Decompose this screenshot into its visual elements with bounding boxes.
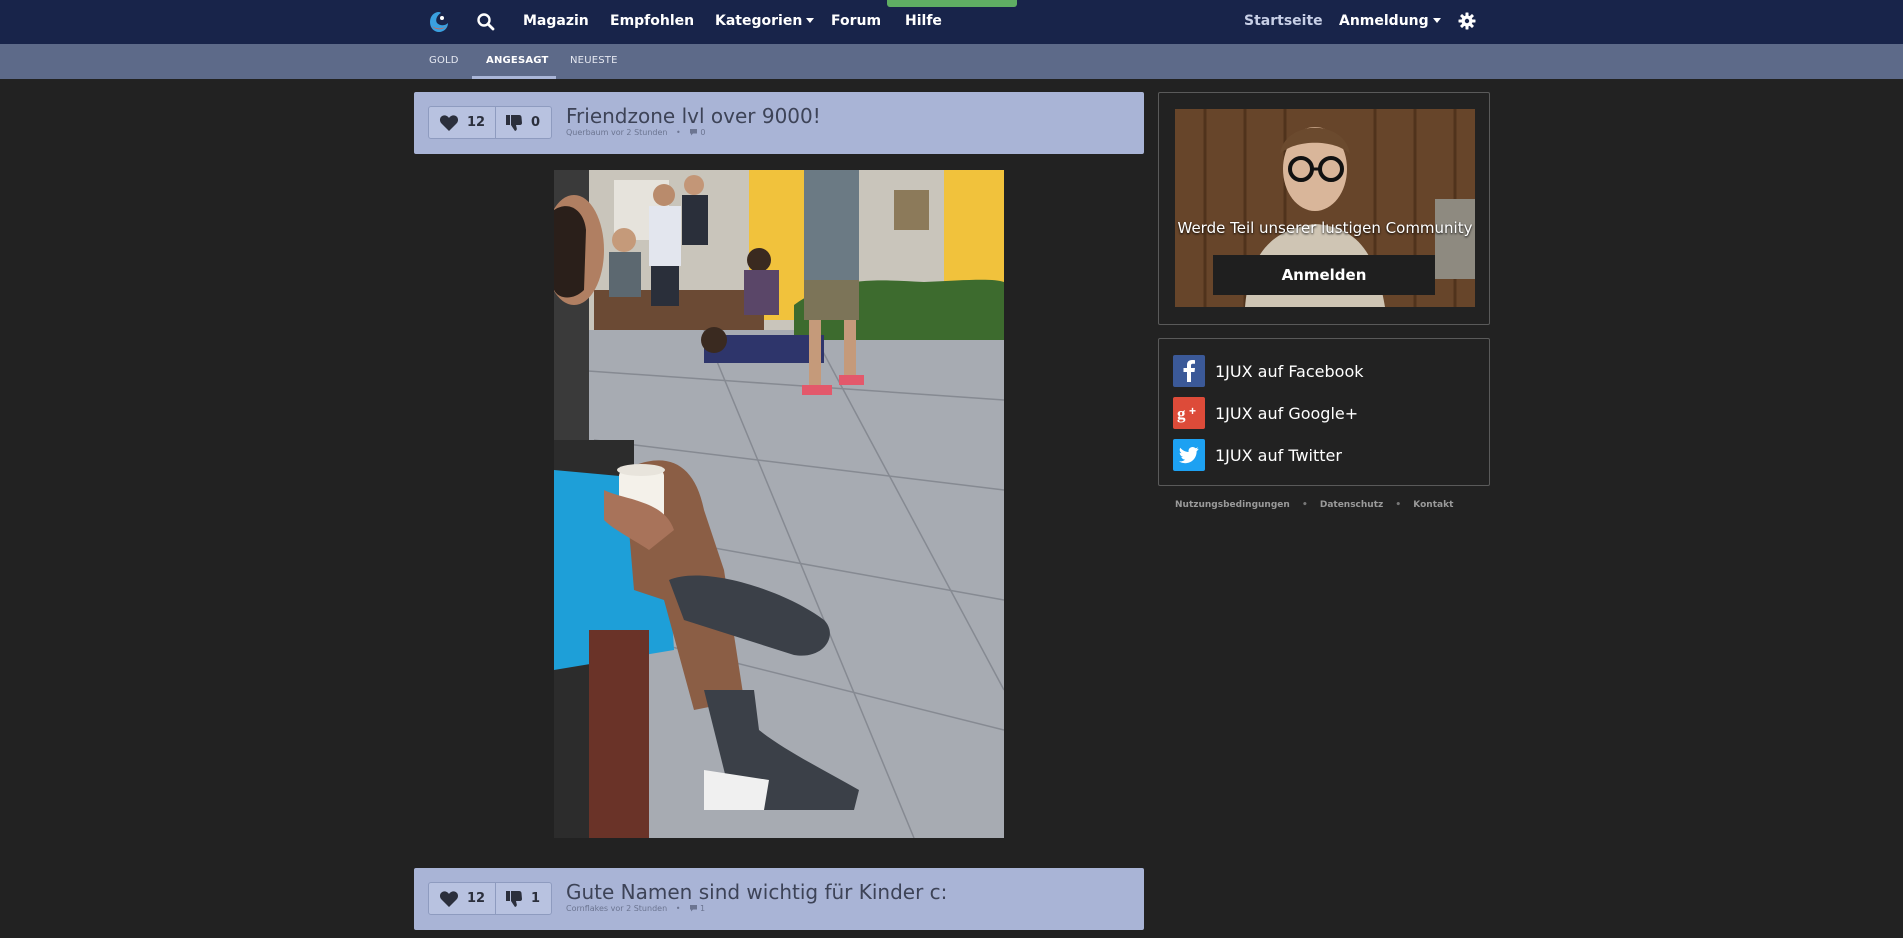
footer-separator: • [1301,500,1308,510]
tab-neueste[interactable]: NEUESTE [570,55,618,66]
nav-startseite-label: Startseite [1244,13,1323,29]
tab-gold[interactable]: GOLD [429,55,459,66]
nav-anmeldung-label: Anmeldung [1339,13,1429,29]
thumbs-down-icon [506,114,522,131]
meta-separator: • [676,128,681,137]
search-icon[interactable] [476,12,496,32]
post-author[interactable]: Cornflakes [566,904,608,913]
vote-group: 12 0 [428,106,552,139]
post-author[interactable]: Querbaum [566,128,608,137]
nav-startseite[interactable]: Startseite [1244,13,1323,29]
post-header: 12 1 Gute Namen sind wichtig für Kinder … [414,868,1144,930]
comment-count: 1 [699,904,706,913]
dislike-button[interactable]: 1 [495,883,551,914]
nav-anmeldung[interactable]: Anmeldung [1339,13,1441,29]
post-time: vor 2 Stunden [610,904,668,913]
dislike-count: 0 [531,115,541,130]
footer-link-terms[interactable]: Nutzungsbedingungen [1175,500,1290,510]
chevron-down-icon [1432,18,1441,23]
footer-link-privacy[interactable]: Datenschutz [1320,500,1383,510]
nav-forum[interactable]: Forum [831,13,881,29]
social-link-twitter[interactable]: 1JUX auf Twitter [1173,439,1342,471]
post-meta: Querbaum vor 2 Stunden • 0 [566,128,705,137]
post-title[interactable]: Friendzone lvl over 9000! [566,104,821,128]
promo-text: Werde Teil unserer lustigen Community [1177,219,1473,237]
footer-links: Nutzungsbedingungen • Datenschutz • Kont… [1175,500,1453,510]
promo-banner: Werde Teil unserer lustigen Community An… [1175,109,1475,307]
like-count: 12 [467,115,486,130]
tab-angesagt-label: ANGESAGT [486,55,549,66]
footer-link-contact[interactable]: Kontakt [1413,500,1453,510]
nav-magazin-label: Magazin [523,13,589,29]
tab-neueste-label: NEUESTE [570,55,618,66]
footer-separator: • [1395,500,1402,510]
chevron-down-icon [806,18,815,23]
svg-text:g: g [1177,404,1186,423]
svg-text:+: + [1189,404,1196,418]
social-label: 1JUX auf Twitter [1215,445,1342,465]
like-button[interactable]: 12 [429,883,496,914]
tab-gold-label: GOLD [429,55,459,66]
heart-icon [439,890,459,907]
facebook-icon [1173,355,1205,387]
top-accent-tab [887,0,1017,7]
nav-empfohlen[interactable]: Empfohlen [610,13,694,29]
nav-hilfe-label: Hilfe [905,13,942,29]
like-count: 12 [467,891,486,906]
social-label: 1JUX auf Facebook [1215,361,1364,381]
post-header: 12 0 Friendzone lvl over 9000! Querbaum … [414,92,1144,154]
google-plus-icon: g + [1173,397,1205,429]
gear-icon[interactable] [1458,12,1476,30]
nav-magazin[interactable]: Magazin [523,13,589,29]
thumbs-down-icon [506,890,522,907]
signup-button[interactable]: Anmelden [1213,255,1435,295]
dislike-count: 1 [531,891,541,906]
sub-navbar: GOLD ANGESAGT NEUESTE [0,44,1903,79]
nav-hilfe[interactable]: Hilfe [905,13,942,29]
social-links-box: 1JUX auf Facebook g + 1JUX auf Google+ 1… [1158,338,1490,486]
vote-group: 12 1 [428,882,552,915]
active-tab-indicator [472,76,556,79]
social-link-facebook[interactable]: 1JUX auf Facebook [1173,355,1364,387]
post-time: vor 2 Stunden [610,128,668,137]
like-button[interactable]: 12 [429,107,496,138]
site-logo-icon[interactable] [428,10,450,34]
dislike-button[interactable]: 0 [495,107,551,138]
social-link-google-plus[interactable]: g + 1JUX auf Google+ [1173,397,1358,429]
nav-kategorien[interactable]: Kategorien [715,13,815,29]
nav-empfohlen-label: Empfohlen [610,13,695,29]
post-title[interactable]: Gute Namen sind wichtig für Kinder c: [566,880,947,904]
top-navbar: Magazin Empfohlen Kategorien Forum Hilfe… [0,0,1903,44]
meta-separator: • [675,904,681,913]
nav-forum-label: Forum [831,13,882,29]
social-label: 1JUX auf Google+ [1215,403,1359,423]
comment-icon [690,129,698,136]
heart-icon [439,114,459,131]
comment-count: 0 [700,128,706,137]
post-meta: Cornflakes vor 2 Stunden • 1 [566,904,705,913]
comment-icon [689,905,697,912]
signup-promo-box: Werde Teil unserer lustigen Community An… [1158,92,1490,325]
tab-angesagt[interactable]: ANGESAGT [486,55,549,66]
twitter-icon [1173,439,1205,471]
nav-kategorien-label: Kategorien [715,13,803,29]
post-image[interactable] [554,170,1004,838]
